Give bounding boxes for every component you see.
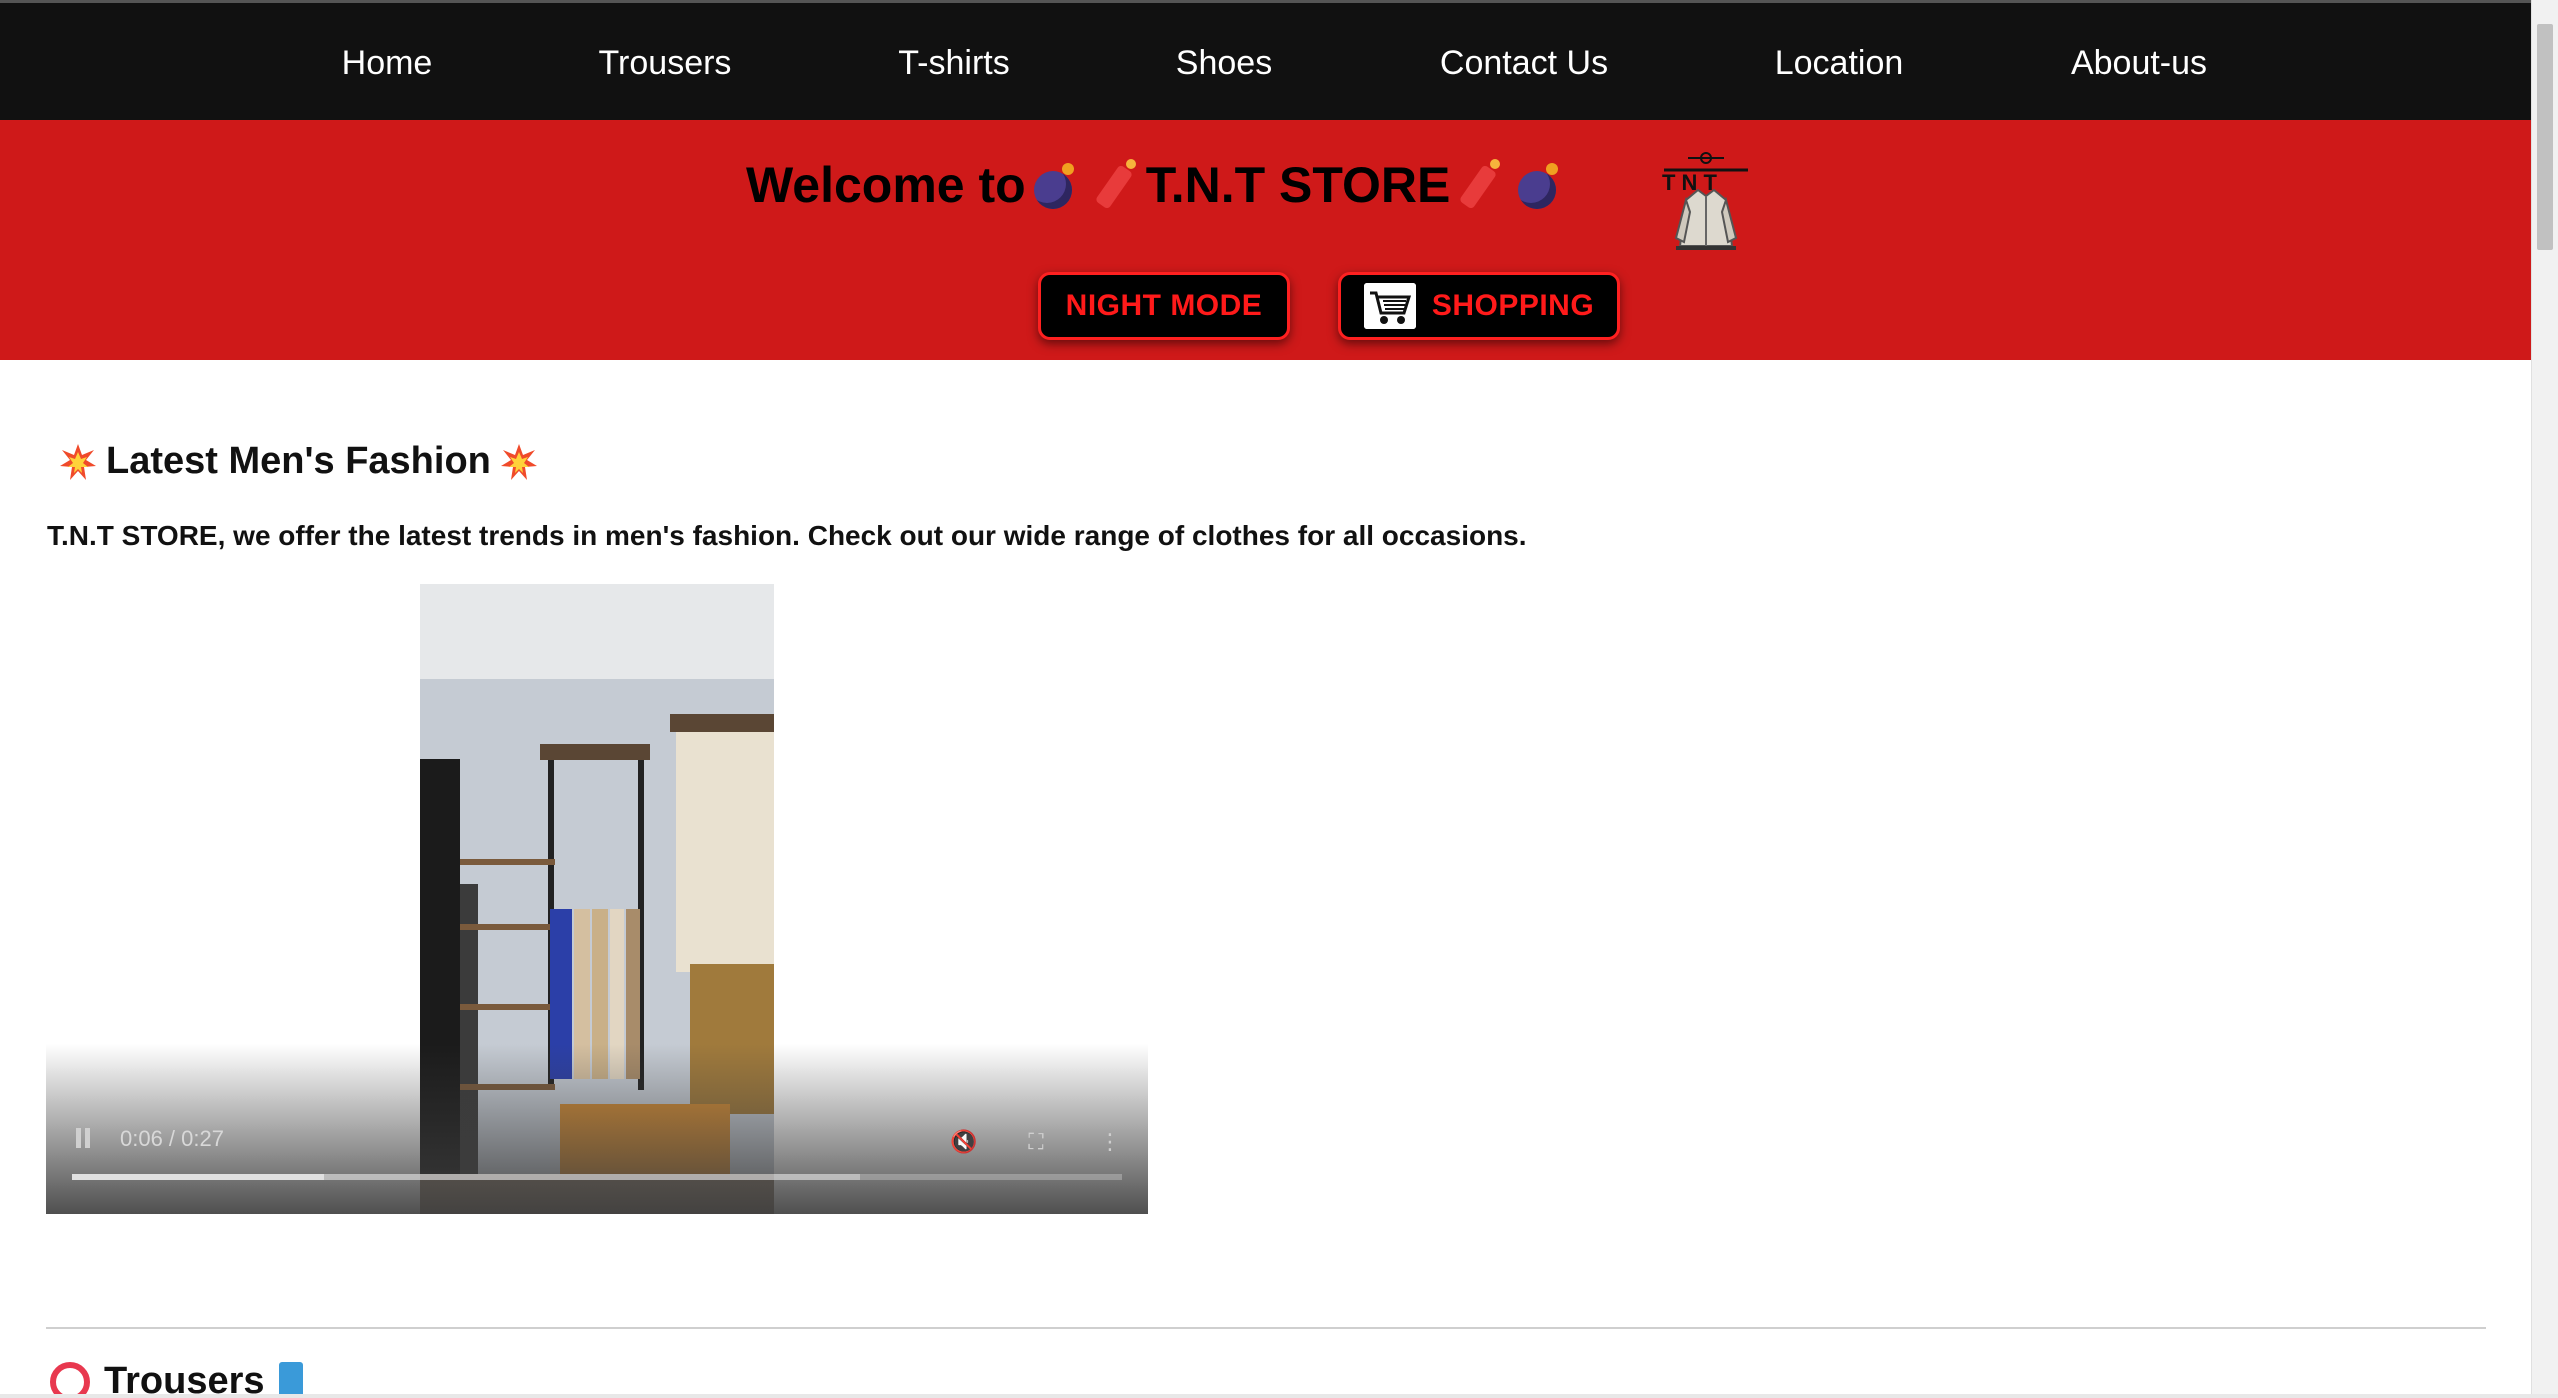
shopping-cart-icon: [1363, 283, 1416, 329]
top-nav: Home Trousers T-shirts Shoes Contact Us …: [0, 0, 2532, 120]
section-title-text: Latest Men's Fashion: [106, 440, 491, 482]
video-played-bar: [72, 1174, 324, 1180]
nav-item-shoes[interactable]: Shoes: [1176, 39, 1272, 87]
store-logo: T N T: [1662, 152, 1748, 250]
intro-text: T.N.T STORE, we offer the latest trends …: [47, 520, 1527, 551]
page: Home Trousers T-shirts Shoes Contact Us …: [0, 0, 2532, 1398]
bomb-icon: [1030, 159, 1082, 211]
ring-icon: [50, 1361, 90, 1398]
video-player[interactable]: 0:06 / 0:27 🔇 ⛶ ⋮: [46, 584, 1148, 1214]
bottom-edge: [0, 1394, 2558, 1398]
nav-item-home[interactable]: Home: [342, 39, 433, 87]
night-mode-label: NIGHT MODE: [1065, 289, 1263, 322]
dynamite-icon: [1454, 159, 1506, 211]
pause-icon[interactable]: [74, 1128, 92, 1150]
night-mode-button[interactable]: NIGHT MODE: [1038, 272, 1290, 340]
bomb-icon: [1514, 159, 1566, 211]
nav-item-location[interactable]: Location: [1775, 39, 1904, 87]
welcome-heading: Welcome to T.N.T STORE: [746, 150, 1570, 220]
next-section-title: Trousers: [50, 1360, 303, 1398]
scrollbar-thumb[interactable]: [2537, 24, 2553, 250]
collision-icon: [500, 443, 537, 480]
nav-item-tshirts[interactable]: T-shirts: [898, 39, 1009, 87]
nav-item-contact-us[interactable]: Contact Us: [1440, 39, 1608, 87]
welcome-prefix: Welcome to: [746, 157, 1026, 213]
vertical-scrollbar[interactable]: [2531, 0, 2558, 1398]
shopping-label: SHOPPING: [1431, 289, 1595, 322]
section-divider: [46, 1327, 2486, 1329]
welcome-banner: Welcome to T.N.T STORE T N T NIGHT MODE: [0, 120, 2532, 360]
more-options-icon[interactable]: ⋮: [1098, 1130, 1122, 1154]
next-section-title-text: Trousers: [104, 1360, 265, 1398]
shopping-button[interactable]: SHOPPING: [1338, 272, 1620, 340]
nav-item-trousers[interactable]: Trousers: [599, 39, 732, 87]
dynamite-icon: [1090, 159, 1142, 211]
collision-icon: [60, 443, 96, 480]
video-progress-bar[interactable]: [72, 1174, 1122, 1180]
mute-icon[interactable]: 🔇: [950, 1130, 977, 1154]
fullscreen-icon[interactable]: ⛶: [1024, 1130, 1048, 1154]
video-time: 0:06 / 0:27: [120, 1126, 224, 1151]
jeans-icon: [278, 1361, 303, 1398]
nav-item-about-us[interactable]: About-us: [2071, 39, 2207, 87]
store-name: T.N.T STORE: [1145, 157, 1451, 213]
logo-text: T N T: [1662, 170, 1718, 195]
section-title: Latest Men's Fashion: [50, 440, 547, 483]
